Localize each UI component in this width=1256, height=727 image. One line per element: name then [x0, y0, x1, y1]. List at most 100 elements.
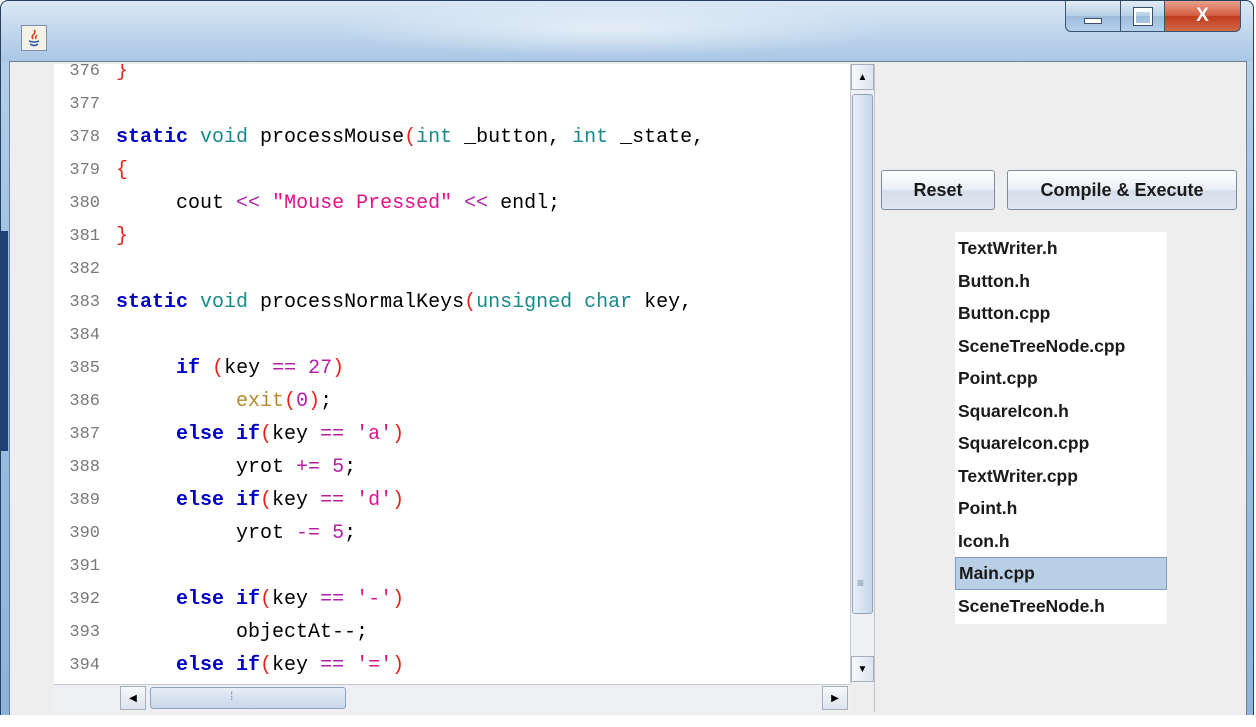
code-token: processNormalKeys: [248, 291, 465, 314]
file-list-item[interactable]: SquareIcon.cpp: [955, 427, 1167, 460]
code-token: ): [392, 489, 405, 512]
code-line[interactable]: 379 {: [54, 154, 850, 187]
scroll-right-button[interactable]: ▶: [822, 686, 848, 710]
code-token: 27: [308, 357, 333, 380]
editor-horizontal-scrollbar[interactable]: ◀ ⁞ ▶: [54, 684, 850, 711]
code-line[interactable]: 388 yrot += 5;: [54, 451, 850, 484]
code-token: }: [116, 64, 129, 83]
code-token: ==: [320, 423, 345, 446]
code-token: 'd': [356, 489, 393, 512]
code-token: objectAt--;: [116, 621, 369, 644]
scroll-up-button[interactable]: ▲: [851, 64, 874, 90]
code-line[interactable]: 383 static void processNormalKeys(unsigne…: [54, 286, 850, 319]
code-line[interactable]: 393 objectAt--;: [54, 616, 850, 649]
vertical-scroll-thumb[interactable]: [852, 94, 873, 614]
file-list-item[interactable]: Point.cpp: [955, 362, 1167, 395]
compile-execute-button[interactable]: Compile & Execute: [1007, 170, 1237, 210]
code-token: key: [224, 357, 273, 380]
code-line[interactable]: 382: [54, 253, 850, 286]
code-token: char: [584, 291, 633, 314]
code-token: ): [332, 357, 345, 380]
grip-icon: ⁞: [230, 689, 234, 703]
code-line[interactable]: 385 if (key == 27): [54, 352, 850, 385]
code-token: key: [272, 489, 321, 512]
code-line[interactable]: 387 else if(key == 'a'): [54, 418, 850, 451]
code-line[interactable]: 378 static void processMouse(int _button,…: [54, 121, 850, 154]
code-token: int: [572, 126, 609, 149]
code-token: ==: [320, 654, 345, 677]
window-controls: X: [1065, 1, 1241, 34]
code-token: -=: [296, 522, 321, 545]
code-line[interactable]: 389 else if(key == 'd'): [54, 484, 850, 517]
code-line[interactable]: 376}: [54, 64, 850, 88]
close-button[interactable]: X: [1165, 1, 1241, 32]
code-token: if: [176, 357, 201, 380]
code-line[interactable]: 391: [54, 550, 850, 583]
code-token: 'a': [356, 423, 393, 446]
editor-vertical-scrollbar[interactable]: ▲ ≡ ▼: [850, 64, 874, 684]
scroll-left-button[interactable]: ◀: [120, 686, 146, 710]
close-icon: X: [1196, 5, 1209, 26]
file-list-item[interactable]: TextWriter.h: [955, 232, 1167, 265]
file-list-item[interactable]: TextWriter.cpp: [955, 460, 1167, 493]
main-content: 376} 377 378 static void processMouse(int _…: [9, 61, 1247, 716]
code-token: ;: [344, 456, 357, 479]
title-bar[interactable]: X: [1, 1, 1253, 61]
code-token: }: [116, 225, 129, 248]
file-list[interactable]: TextWriter.h Button.h Button.cpp SceneTreeN…: [955, 232, 1167, 624]
maximize-button[interactable]: [1121, 1, 1165, 32]
scroll-down-button[interactable]: ▼: [851, 656, 874, 682]
minimize-button[interactable]: [1065, 1, 1121, 32]
code-editor[interactable]: 376} 377 378 static void processMouse(int _…: [54, 64, 850, 684]
code-line[interactable]: 394 else if(key == '='): [54, 649, 850, 682]
file-list-item[interactable]: SceneTreeNode.cpp: [955, 330, 1167, 363]
horizontal-scroll-thumb[interactable]: [150, 687, 346, 709]
line-number: 390: [69, 524, 100, 543]
bottom-area: [0, 715, 1256, 727]
window-frame-accent: [1, 231, 8, 451]
code-token: (: [260, 423, 273, 446]
file-list-item[interactable]: Point.h: [955, 492, 1167, 525]
line-number: 376: [69, 64, 100, 81]
code-text: yrot += 5;: [116, 451, 356, 484]
maximize-icon: [1132, 6, 1153, 26]
code-line[interactable]: 392 else if(key == '-'): [54, 583, 850, 616]
code-line[interactable]: 390 yrot -= 5;: [54, 517, 850, 550]
code-line[interactable]: 380 cout << "Mouse Pressed" << endl;: [54, 187, 850, 220]
file-list-item[interactable]: SceneTreeNode.h: [955, 590, 1167, 623]
code-line[interactable]: 381}: [54, 220, 850, 253]
code-token: else if: [176, 654, 261, 677]
code-token: processMouse: [248, 126, 405, 149]
code-token: void: [200, 291, 249, 314]
code-token: <<: [236, 192, 261, 215]
code-token: +=: [296, 456, 321, 479]
code-token: else if: [176, 489, 261, 512]
code-token: cout: [116, 192, 237, 215]
code-line[interactable]: 386 exit(0);: [54, 385, 850, 418]
file-list-item[interactable]: SquareIcon.h: [955, 395, 1167, 428]
file-list-item[interactable]: Icon.h: [955, 525, 1167, 558]
code-text: cout << "Mouse Pressed" << endl;: [116, 187, 560, 220]
code-token: "Mouse Pressed": [272, 192, 453, 215]
file-list-item[interactable]: Button.h: [955, 265, 1167, 298]
reset-button[interactable]: Reset: [881, 170, 995, 210]
code-token: ;: [344, 522, 357, 545]
code-token: key: [272, 588, 321, 611]
code-line[interactable]: 384: [54, 319, 850, 352]
code-text: else if(key == 'a'): [116, 418, 404, 451]
java-icon[interactable]: [21, 25, 47, 51]
file-list-item[interactable]: Button.cpp: [955, 297, 1167, 330]
code-text: objectAt--;: [116, 616, 368, 649]
code-line[interactable]: 377: [54, 88, 850, 121]
code-token: 5: [332, 522, 345, 545]
code-token: ==: [320, 489, 345, 512]
file-list-item[interactable]: Main.cpp: [955, 557, 1167, 590]
